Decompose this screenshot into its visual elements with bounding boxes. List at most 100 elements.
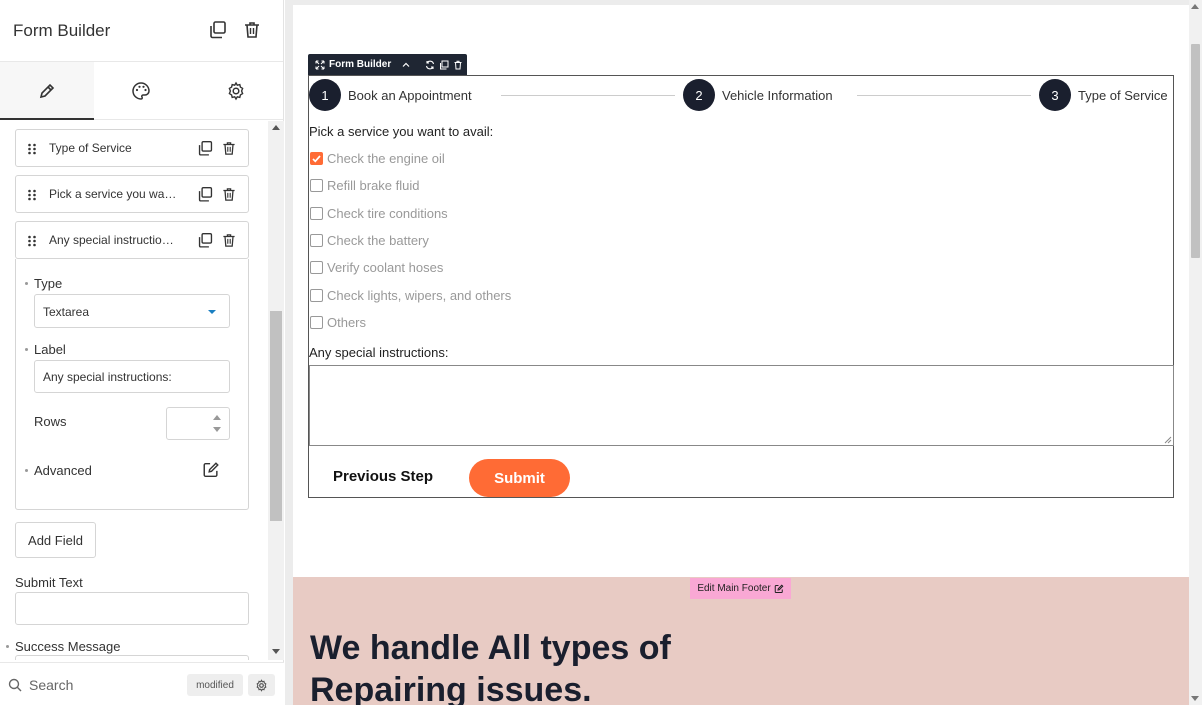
duplicate-icon[interactable] — [197, 232, 214, 249]
checkbox[interactable] — [310, 179, 323, 192]
page-preview: Form Builder 1 Book an Appointment 2 Veh… — [293, 5, 1189, 705]
edit-icon[interactable] — [202, 461, 220, 479]
move-icon[interactable] — [315, 60, 325, 70]
sidebar-footer: Search modified — [0, 662, 284, 705]
edit-icon — [774, 584, 784, 593]
duplicate-icon[interactable] — [197, 140, 214, 157]
advanced-label: Advanced — [34, 463, 92, 478]
submit-text-label: Submit Text — [15, 575, 83, 590]
scroll-up-icon[interactable] — [1191, 4, 1199, 9]
option-label: Verify coolant hoses — [327, 260, 444, 275]
rows-label: Rows — [34, 414, 67, 429]
step-number: 1 — [309, 79, 341, 111]
pencil-icon — [40, 83, 55, 98]
gear-icon — [256, 678, 267, 692]
step-connector — [857, 95, 1031, 96]
field-item-label: Pick a service you want to avail: — [49, 187, 177, 201]
option-brake-fluid[interactable]: Refill brake fluid — [310, 178, 420, 193]
sidebar-scrollbar[interactable] — [268, 121, 284, 660]
option-others[interactable]: Others — [310, 315, 366, 330]
caret-down-icon — [208, 310, 216, 314]
canvas-scrollbar-thumb[interactable] — [1191, 44, 1200, 258]
step-3: 3 Type of Service — [1039, 79, 1168, 111]
trash-icon[interactable] — [453, 60, 463, 70]
step-label: Vehicle Information — [722, 87, 833, 103]
add-field-button[interactable]: Add Field — [15, 522, 96, 558]
option-lights-wipers[interactable]: Check lights, wipers, and others — [310, 288, 511, 303]
previous-step-button[interactable]: Previous Step — [333, 468, 433, 485]
tab-style[interactable] — [94, 62, 188, 119]
option-battery[interactable]: Check the battery — [310, 233, 429, 248]
checkbox[interactable] — [310, 261, 323, 274]
label-label: Label — [34, 342, 66, 357]
resize-handle-icon[interactable] — [1164, 436, 1172, 444]
sidebar-scroll-area: Type of Service Pick a service you want … — [0, 121, 284, 660]
footer-hero-heading: We handle All types of Repairing issues. — [310, 629, 671, 705]
step-label: Type of Service — [1078, 87, 1168, 103]
instructions-label: Any special instructions: — [309, 345, 449, 360]
scroll-down-icon[interactable] — [1191, 696, 1199, 701]
drag-handle-icon[interactable] — [27, 143, 37, 155]
scrollbar-thumb[interactable] — [270, 311, 282, 521]
trash-icon[interactable] — [242, 20, 262, 40]
instructions-textarea[interactable] — [309, 365, 1174, 446]
checkbox[interactable] — [310, 289, 323, 302]
drag-handle-icon[interactable] — [27, 189, 37, 201]
trash-icon[interactable] — [221, 140, 237, 157]
service-question-label: Pick a service you want to avail: — [309, 124, 494, 139]
success-message-input[interactable] — [15, 655, 249, 660]
step-1: 1 Book an Appointment — [309, 79, 472, 111]
duplicate-icon[interactable] — [197, 186, 214, 203]
field-item-type-of-service[interactable]: Type of Service — [15, 129, 249, 167]
checkbox[interactable] — [310, 234, 323, 247]
bullet — [25, 469, 28, 472]
scroll-down-icon[interactable] — [272, 649, 280, 654]
duplicate-icon[interactable] — [439, 60, 449, 70]
chevron-up-icon[interactable] — [401, 60, 411, 70]
rows-input[interactable] — [166, 407, 230, 440]
tab-content[interactable] — [0, 62, 95, 120]
edit-main-footer-button[interactable]: Edit Main Footer — [690, 578, 791, 599]
duplicate-icon[interactable] — [208, 20, 228, 40]
tab-advanced[interactable] — [189, 62, 283, 119]
step-connector — [501, 95, 675, 96]
field-item-pick-service[interactable]: Pick a service you want to avail: — [15, 175, 249, 213]
settings-button[interactable] — [248, 674, 275, 696]
option-label: Check tire conditions — [327, 206, 448, 221]
submit-text-input[interactable] — [15, 592, 249, 625]
trash-icon[interactable] — [221, 186, 237, 203]
option-tire-conditions[interactable]: Check tire conditions — [310, 206, 448, 221]
drag-handle-icon[interactable] — [27, 235, 37, 247]
status-badge: modified — [187, 674, 243, 696]
sidebar-tabs — [0, 62, 283, 120]
option-label: Check the engine oil — [327, 151, 445, 166]
type-select[interactable]: Textarea — [34, 294, 230, 328]
field-item-special-instructions[interactable]: Any special instructions: — [15, 221, 249, 259]
canvas-scrollbar[interactable] — [1189, 0, 1202, 705]
option-label: Others — [327, 315, 367, 330]
checkbox-checked[interactable] — [310, 152, 323, 165]
checkbox[interactable] — [310, 316, 323, 329]
bullet — [25, 348, 28, 351]
spin-down-icon[interactable] — [213, 427, 221, 432]
form-builder-toolbar[interactable]: Form Builder — [308, 54, 467, 75]
refresh-icon[interactable] — [425, 60, 435, 70]
option-engine-oil[interactable]: Check the engine oil — [310, 151, 445, 166]
submit-button[interactable]: Submit — [469, 459, 570, 497]
label-input[interactable]: Any special instructions: — [34, 360, 230, 393]
checkbox[interactable] — [310, 207, 323, 220]
edit-footer-label: Edit Main Footer — [697, 583, 771, 594]
trash-icon[interactable] — [221, 232, 237, 249]
search-input[interactable]: Search — [29, 677, 73, 693]
form-builder-widget[interactable]: 1 Book an Appointment 2 Vehicle Informat… — [308, 75, 1174, 498]
step-number: 3 — [1039, 79, 1071, 111]
sidebar-header: Form Builder — [0, 0, 283, 62]
bullet — [6, 645, 9, 648]
gear-icon — [228, 81, 244, 100]
scroll-up-icon[interactable] — [272, 125, 280, 130]
option-coolant-hoses[interactable]: Verify coolant hoses — [310, 260, 443, 275]
editor-sidebar: Form Builder Type of Service Pick a serv… — [0, 0, 284, 705]
field-item-label: Any special instructions: — [49, 233, 177, 247]
main-footer-section: Edit Main Footer We handle All types of … — [293, 577, 1189, 705]
spin-up-icon[interactable] — [213, 415, 221, 420]
